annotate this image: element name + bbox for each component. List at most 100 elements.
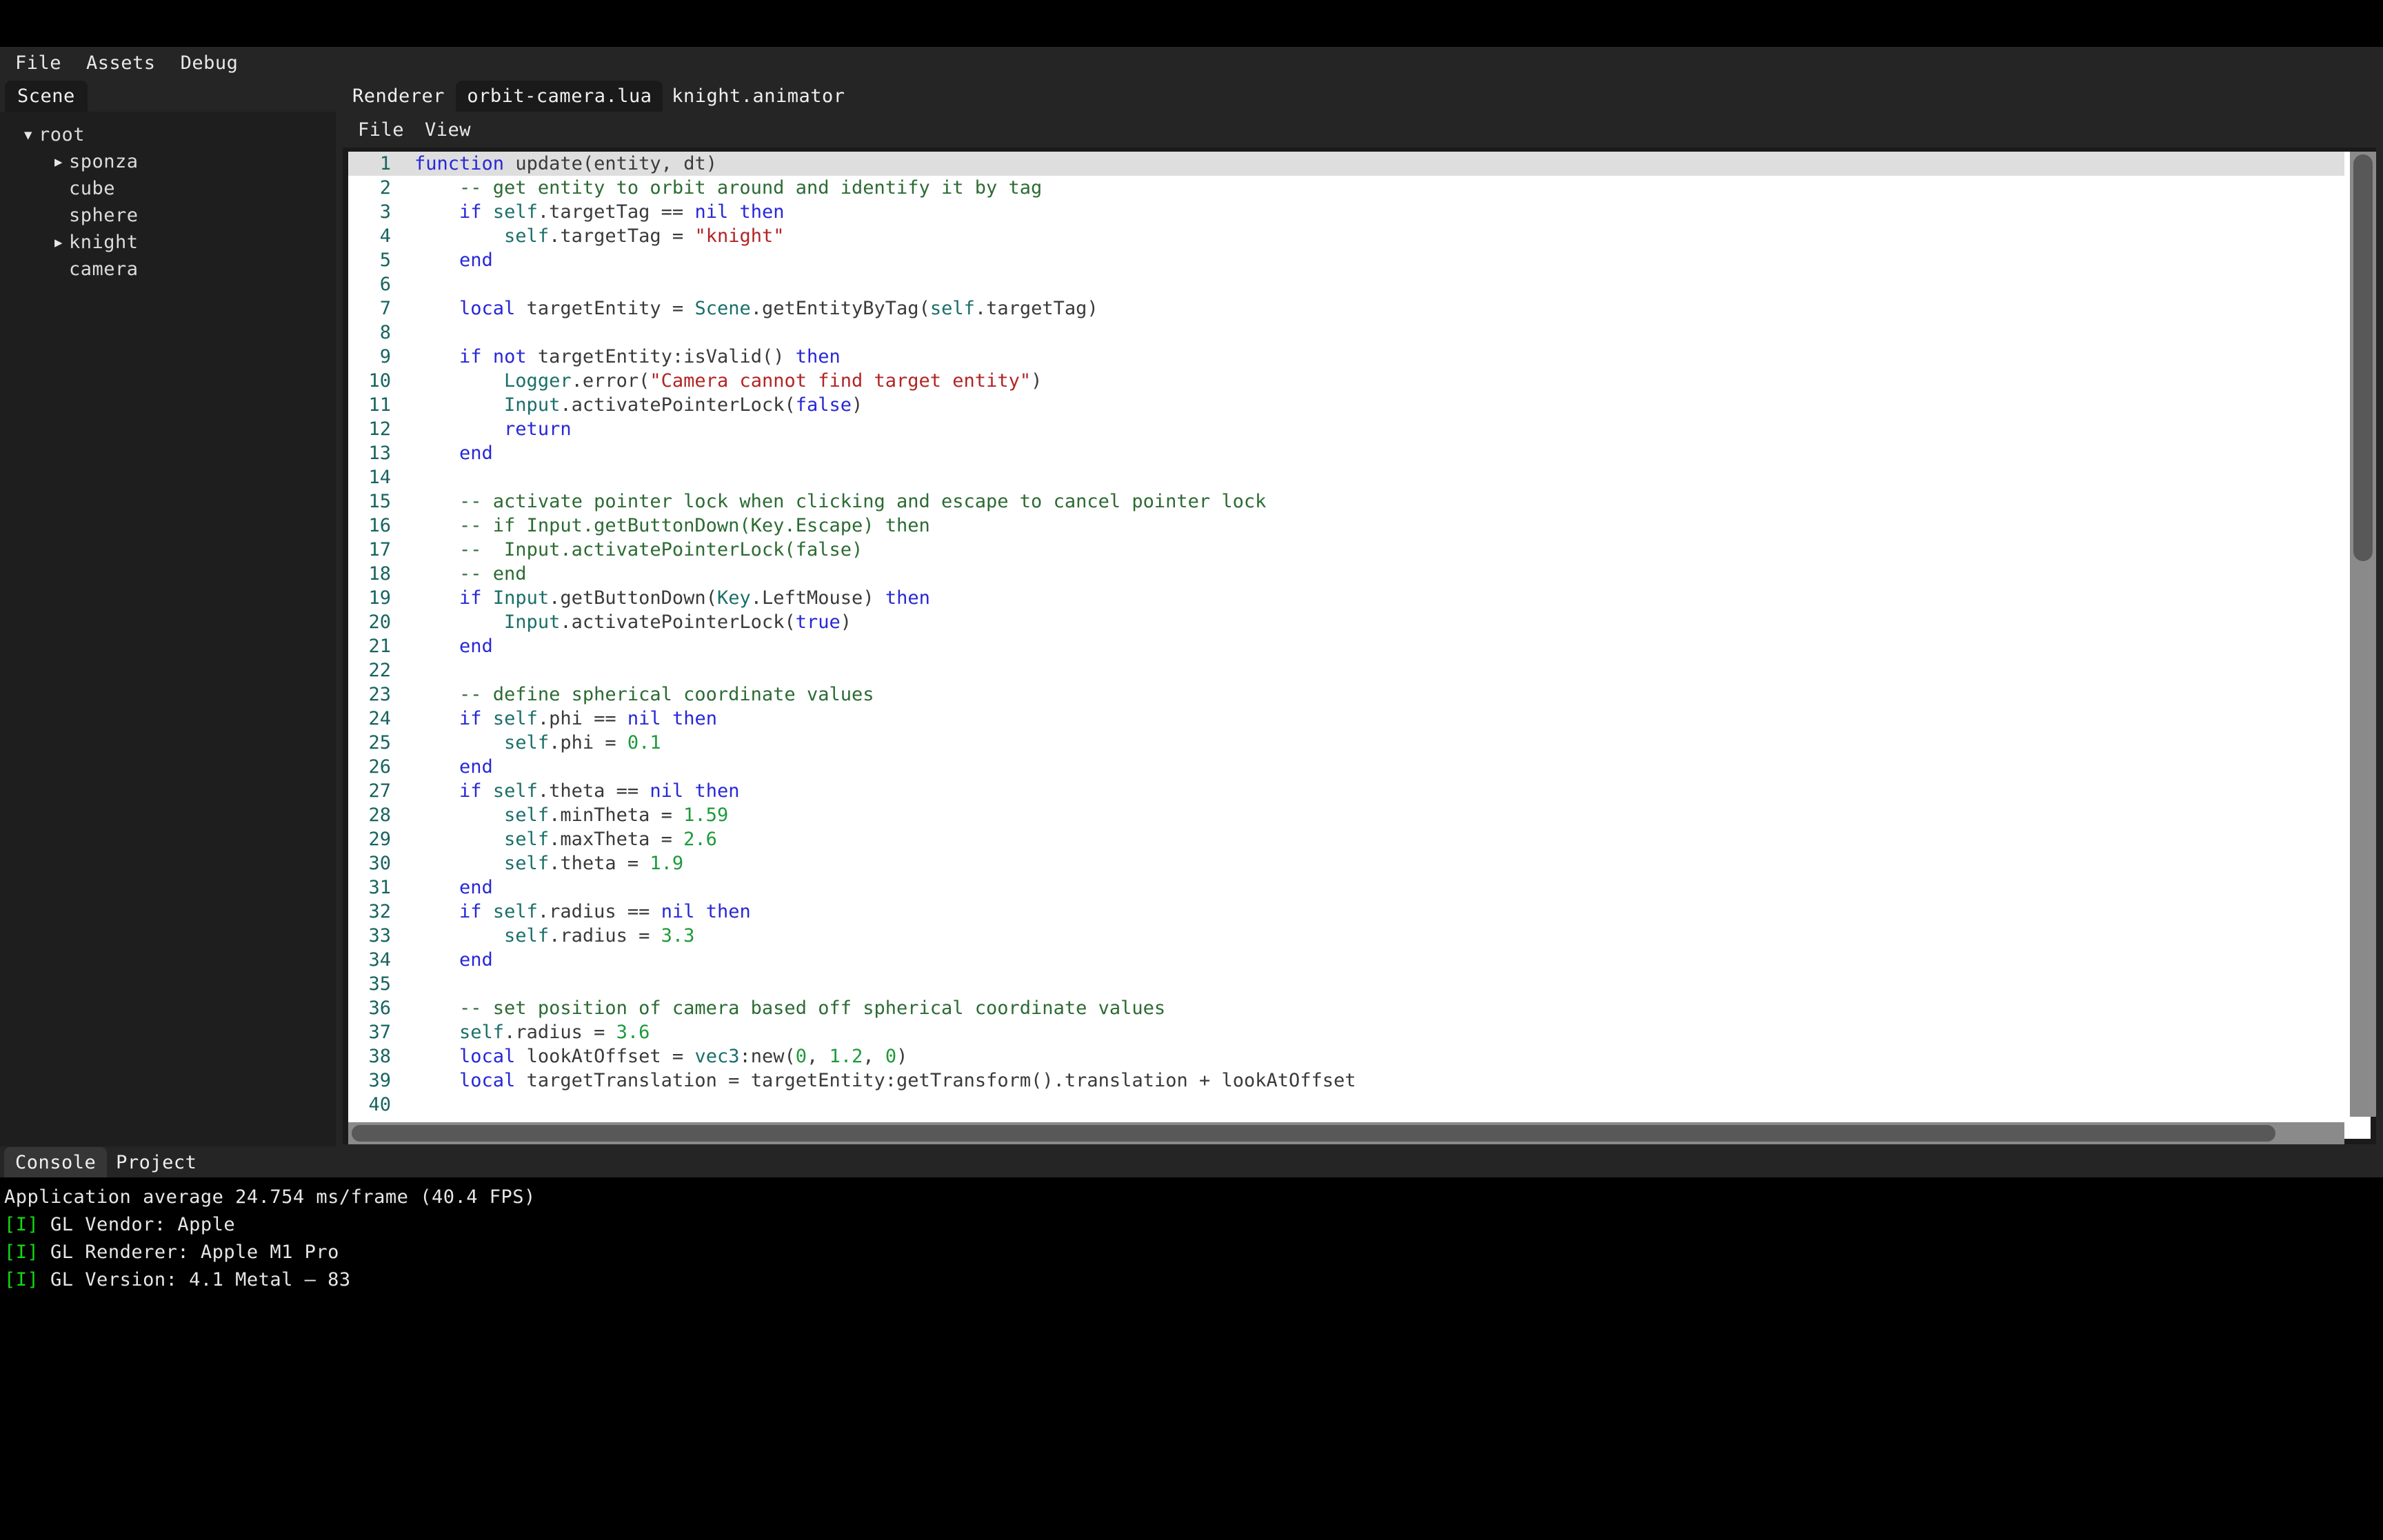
- code-line[interactable]: 14: [348, 465, 2344, 489]
- tab-scene[interactable]: Scene: [5, 81, 88, 112]
- console-severity-tag: [I]: [4, 1268, 39, 1290]
- scene-tree-item-sponza[interactable]: ▶ sponza: [0, 148, 336, 175]
- code-line[interactable]: 23 -- define spherical coordinate values: [348, 682, 2344, 707]
- console-panel: Console Project Application average 24.75…: [0, 1146, 2383, 1324]
- code-line[interactable]: 9 if not targetEntity:isValid() then: [348, 345, 2344, 369]
- code-line[interactable]: 2 -- get entity to orbit around and iden…: [348, 176, 2344, 200]
- code-line[interactable]: 32 if self.radius == nil then: [348, 900, 2344, 924]
- code-line[interactable]: 17 -- Input.activatePointerLock(false): [348, 538, 2344, 562]
- code-line[interactable]: 5 end: [348, 248, 2344, 272]
- code-line[interactable]: 25 self.phi = 0.1: [348, 731, 2344, 755]
- line-number: 17: [368, 539, 391, 560]
- code-line[interactable]: 21 end: [348, 634, 2344, 658]
- code-line[interactable]: 37 self.radius = 3.6: [348, 1020, 2344, 1044]
- chevron-down-icon[interactable]: ▼: [18, 128, 39, 143]
- console-line-text: GL Vendor: Apple: [39, 1213, 236, 1235]
- line-number: 31: [368, 877, 391, 898]
- menu-item-debug[interactable]: Debug: [181, 54, 239, 72]
- scene-tabbar: Scene: [0, 79, 336, 112]
- editor-horizontal-scrollbar-thumb[interactable]: [352, 1125, 2275, 1142]
- chevron-right-icon[interactable]: ▶: [48, 154, 69, 170]
- code-line[interactable]: 33 self.radius = 3.3: [348, 924, 2344, 948]
- console-tab-project[interactable]: Project: [105, 1147, 208, 1177]
- code-line-text: -- if Input.getButtonDown(Key.Escape) th…: [459, 515, 930, 536]
- console-output[interactable]: Application average 24.754 ms/frame (40.…: [0, 1177, 2383, 1324]
- code-line[interactable]: 1 function update(entity, dt): [348, 152, 2344, 176]
- console-line-text: GL Version: 4.1 Metal – 83: [39, 1268, 351, 1290]
- main-menubar: File Assets Debug: [0, 47, 2383, 79]
- line-number: 19: [368, 587, 391, 609]
- editor-tab-renderer[interactable]: Renderer: [341, 81, 456, 112]
- code-line[interactable]: 29 self.maxTheta = 2.6: [348, 827, 2344, 851]
- line-number: 9: [379, 346, 391, 367]
- scene-tree-item-label: camera: [69, 259, 139, 280]
- code-line-text: -- define spherical coordinate values: [459, 684, 874, 705]
- code-line[interactable]: 35: [348, 972, 2344, 996]
- line-number: 7: [379, 298, 391, 319]
- console-tab-console[interactable]: Console: [4, 1147, 108, 1177]
- code-lines-container[interactable]: 1 function update(entity, dt) 2 -- get ent…: [348, 152, 2344, 1117]
- code-line[interactable]: 34 end: [348, 948, 2344, 972]
- tab-scene-label: Scene: [17, 85, 75, 107]
- editor-tab-orbit-camera-lua[interactable]: orbit-camera.lua: [456, 81, 663, 112]
- code-line[interactable]: 31 end: [348, 875, 2344, 900]
- code-line[interactable]: 12 return: [348, 417, 2344, 441]
- code-line[interactable]: 40: [348, 1093, 2344, 1117]
- code-line[interactable]: 6: [348, 272, 2344, 296]
- line-number: 10: [368, 370, 391, 392]
- scene-tree-item-sphere[interactable]: sphere: [0, 202, 336, 229]
- chevron-right-icon[interactable]: ▶: [48, 235, 69, 250]
- editor-vertical-scrollbar-thumb[interactable]: [2353, 154, 2373, 561]
- code-line[interactable]: 4 self.targetTag = "knight": [348, 224, 2344, 248]
- editor-menubar: File View: [343, 112, 2376, 148]
- code-line[interactable]: 3 if self.targetTag == nil then: [348, 200, 2344, 224]
- code-line[interactable]: 24 if self.phi == nil then: [348, 707, 2344, 731]
- menu-item-assets[interactable]: Assets: [86, 54, 156, 72]
- code-line[interactable]: 28 self.minTheta = 1.59: [348, 803, 2344, 827]
- console-severity-tag: [I]: [4, 1241, 39, 1263]
- editor-vertical-scrollbar[interactable]: [2350, 152, 2376, 1117]
- menu-item-file[interactable]: File: [15, 54, 61, 72]
- line-number: 33: [368, 925, 391, 946]
- code-line[interactable]: 36 -- set position of camera based off s…: [348, 996, 2344, 1020]
- code-line[interactable]: 39 local targetTranslation = targetEntit…: [348, 1068, 2344, 1093]
- scene-tree-item-knight[interactable]: ▶ knight: [0, 229, 336, 256]
- console-line: [I] GL Version: 4.1 Metal – 83: [4, 1266, 2383, 1293]
- code-line[interactable]: 38 local lookAtOffset = vec3:new(0, 1.2,…: [348, 1044, 2344, 1068]
- tree-spacer-icon: [48, 262, 69, 277]
- line-number: 2: [379, 177, 391, 199]
- editor-menu-item-view[interactable]: View: [425, 119, 471, 141]
- code-line[interactable]: 8: [348, 321, 2344, 345]
- scene-tree-item-root[interactable]: ▼ root: [0, 121, 336, 148]
- code-line[interactable]: 22: [348, 658, 2344, 682]
- editor-horizontal-scrollbar[interactable]: [348, 1122, 2344, 1144]
- scene-tree-item-camera[interactable]: camera: [0, 256, 336, 283]
- code-line[interactable]: 18 -- end: [348, 562, 2344, 586]
- editor-menu-item-file[interactable]: File: [358, 119, 404, 141]
- scene-tree-item-label: knight: [69, 232, 139, 253]
- line-number: 11: [368, 394, 391, 416]
- editor-tab-knight-animator[interactable]: knight.animator: [661, 81, 856, 112]
- line-number: 15: [368, 491, 391, 512]
- code-line[interactable]: 16 -- if Input.getButtonDown(Key.Escape)…: [348, 514, 2344, 538]
- code-line[interactable]: 26 end: [348, 755, 2344, 779]
- code-line[interactable]: 15 -- activate pointer lock when clickin…: [348, 489, 2344, 514]
- code-line[interactable]: 11 Input.activatePointerLock(false): [348, 393, 2344, 417]
- code-line-text: return: [504, 418, 572, 440]
- code-line-text: end: [459, 877, 493, 898]
- code-line[interactable]: 10 Logger.error("Camera cannot find targ…: [348, 369, 2344, 393]
- line-number: 4: [379, 225, 391, 247]
- scene-tree-item-cube[interactable]: cube: [0, 175, 336, 202]
- code-line[interactable]: 30 self.theta = 1.9: [348, 851, 2344, 875]
- line-number: 27: [368, 780, 391, 802]
- code-line-text: local targetTranslation = targetEntity:g…: [459, 1070, 1356, 1091]
- line-number: 12: [368, 418, 391, 440]
- code-line[interactable]: 7 local targetEntity = Scene.getEntityBy…: [348, 296, 2344, 321]
- code-line[interactable]: 13 end: [348, 441, 2344, 465]
- line-number: 1: [379, 153, 391, 174]
- code-line[interactable]: 20 Input.activatePointerLock(true): [348, 610, 2344, 634]
- code-line-text: -- end: [459, 563, 527, 585]
- code-line-text: Logger.error("Camera cannot find target …: [504, 370, 1043, 392]
- code-line[interactable]: 27 if self.theta == nil then: [348, 779, 2344, 803]
- code-line[interactable]: 19 if Input.getButtonDown(Key.LeftMouse)…: [348, 586, 2344, 610]
